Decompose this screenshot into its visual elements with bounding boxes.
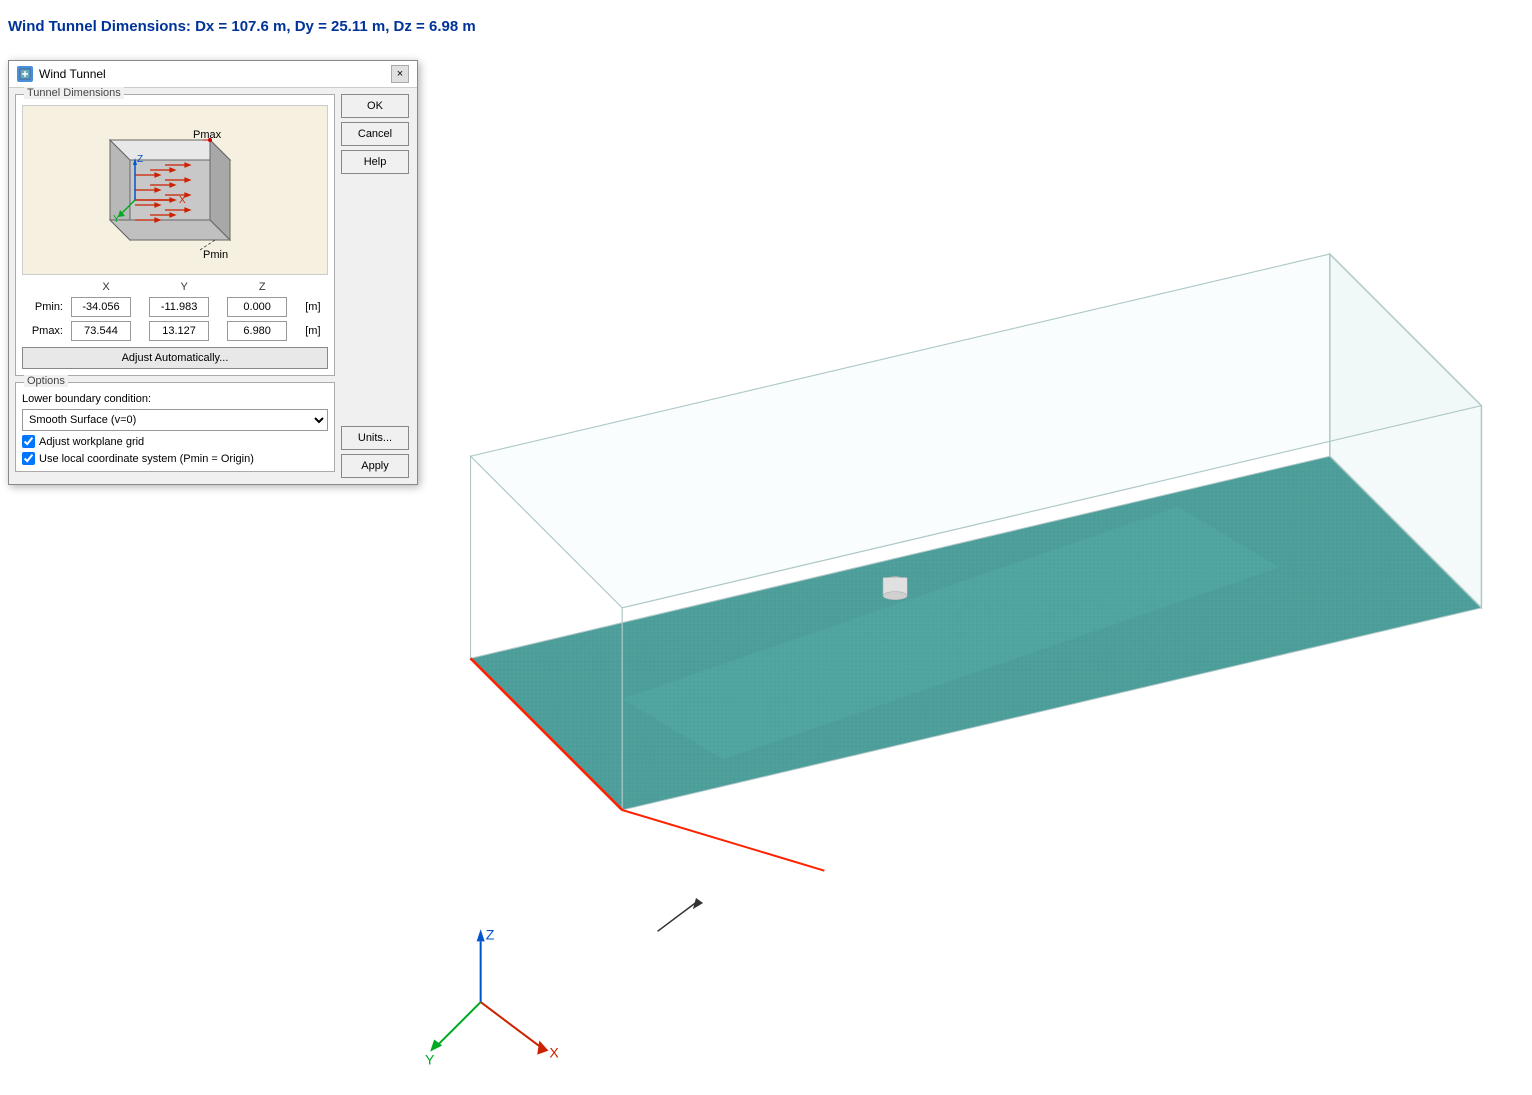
pmax-x-input[interactable] [71,321,131,341]
red-axis-line-2 [622,810,824,871]
svg-text:X: X [179,195,186,206]
pmin-x-input[interactable] [71,297,131,317]
pmin-y-input[interactable] [149,297,209,317]
local-coordinate-label: Use local coordinate system (Pmin = Orig… [39,453,254,465]
svg-text:Z: Z [137,154,143,165]
col-header-x: X [67,279,145,295]
help-button[interactable]: Help [341,150,409,174]
pmin-label: Pmin: [22,295,67,319]
lower-boundary-select[interactable]: Smooth Surface (v=0) [22,409,328,431]
col-header-z: Z [223,279,301,295]
lower-boundary-label: Lower boundary condition: [22,393,328,405]
object-bottom [883,592,907,600]
dialog-icon [17,66,33,82]
close-button[interactable]: × [391,65,409,83]
svg-text:Pmax: Pmax [193,129,222,141]
x-axis-arrow [481,1002,542,1047]
bottom-right-buttons: Units... Apply [341,416,411,478]
local-coordinate-checkbox[interactable] [22,452,35,465]
units-button[interactable]: Units... [341,426,409,450]
pmin-unit: [m] [301,295,328,319]
pmin-z-input[interactable] [227,297,287,317]
coord-table: X Y Z Pmin: [22,279,328,343]
pmax-y-input[interactable] [149,321,209,341]
svg-text:Pmin: Pmin [203,249,228,261]
z-axis-head [477,929,485,941]
tunnel-dimensions-group: Tunnel Dimensions [15,94,335,376]
y-axis-arrow [435,1002,480,1047]
adjust-workplane-label: Adjust workplane grid [39,436,144,448]
options-group: Options Lower boundary condition: Smooth… [15,382,335,472]
adjust-workplane-row: Adjust workplane grid [22,435,328,448]
dialog-titlebar: Wind Tunnel × [9,61,417,88]
tunnel-diagram: Z Y X Pmax [22,105,328,275]
pmax-z-input[interactable] [227,321,287,341]
dialog-right-buttons: OK Cancel Help Units... Apply [341,94,411,478]
y-axis-label: Y [425,1052,435,1068]
viewport-svg: Z Y X [420,60,1532,1095]
x-axis-head [537,1040,548,1054]
adjust-workplane-checkbox[interactable] [22,435,35,448]
adjust-automatically-button[interactable]: Adjust Automatically... [22,347,328,369]
pmax-label: Pmax: [22,319,67,343]
z-axis-label: Z [486,926,495,942]
viewport: Z Y X [420,60,1532,1095]
page-title: Wind Tunnel Dimensions: Dx = 107.6 m, Dy… [8,18,476,35]
svg-text:Y: Y [113,214,120,225]
options-label: Options [24,375,68,387]
col-header-y: Y [145,279,223,295]
local-coordinate-row: Use local coordinate system (Pmin = Orig… [22,452,328,465]
x-axis-label: X [549,1045,559,1061]
z-direction-indicator [658,898,703,931]
pmax-unit: [m] [301,319,328,343]
apply-button[interactable]: Apply [341,454,409,478]
dialog-title: Wind Tunnel [39,67,106,81]
wind-tunnel-dialog: Wind Tunnel × Tunnel Dimensions [8,60,418,485]
ok-button[interactable]: OK [341,94,409,118]
tunnel-dimensions-label: Tunnel Dimensions [24,87,124,99]
cancel-button[interactable]: Cancel [341,122,409,146]
